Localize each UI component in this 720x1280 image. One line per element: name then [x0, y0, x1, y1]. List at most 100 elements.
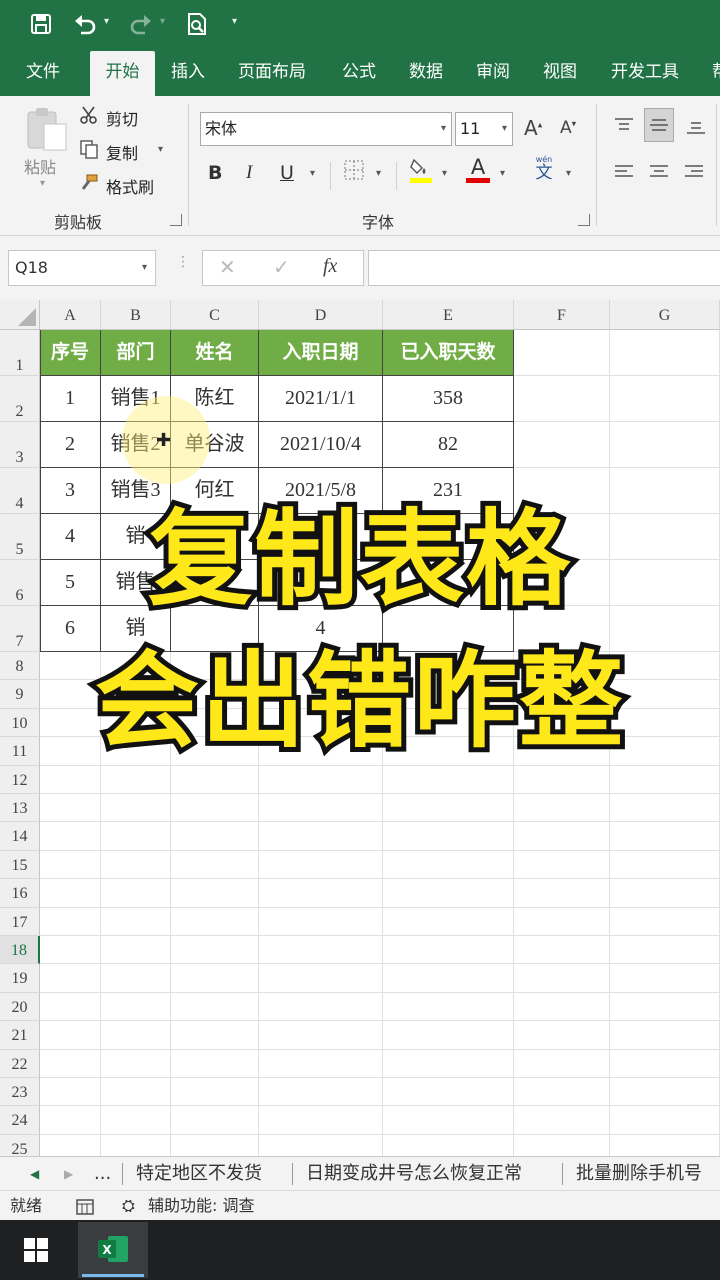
tab-developer[interactable]: 开发工具: [611, 48, 679, 96]
name-box-dropdown-icon[interactable]: ▾: [142, 251, 147, 285]
row-header-20[interactable]: 20: [0, 992, 40, 1022]
row-header-2[interactable]: 2: [0, 376, 40, 422]
tab-formulas[interactable]: 公式: [342, 48, 376, 96]
format-painter-label[interactable]: 格式刷: [106, 174, 154, 198]
table-cell[interactable]: 2021/1/1: [259, 376, 382, 421]
column-header-d[interactable]: D: [259, 300, 383, 330]
borders-dropdown-icon[interactable]: ▾: [376, 168, 381, 179]
align-center-icon[interactable]: [645, 160, 673, 184]
row-header-12[interactable]: 12: [0, 765, 40, 794]
customize-icon[interactable]: ▾: [232, 16, 237, 27]
fill-color-dropdown-icon[interactable]: ▾: [442, 168, 447, 179]
column-header-f[interactable]: F: [514, 300, 610, 330]
paste-icon[interactable]: [24, 106, 68, 152]
tab-data[interactable]: 数据: [409, 48, 443, 96]
align-middle-icon[interactable]: [644, 108, 674, 142]
font-color-dropdown-icon[interactable]: ▾: [500, 168, 505, 179]
formula-input[interactable]: [368, 250, 720, 286]
bold-button[interactable]: B: [208, 162, 222, 184]
sheet-tab-3[interactable]: 批量删除手机号: [576, 1157, 702, 1191]
table-header-cell[interactable]: 已入职天数: [383, 330, 513, 375]
accessibility-icon[interactable]: ⛭: [122, 1191, 135, 1221]
paste-label[interactable]: 粘贴: [24, 154, 56, 178]
column-header-b[interactable]: B: [101, 300, 171, 330]
sheet-tab-1[interactable]: 特定地区不发货: [136, 1157, 262, 1191]
row-header-23[interactable]: 23: [0, 1078, 40, 1107]
undo-icon[interactable]: [70, 10, 100, 38]
row-header-1[interactable]: 1: [0, 330, 40, 376]
row-header-24[interactable]: 24: [0, 1106, 40, 1135]
row-header-3[interactable]: 3: [0, 422, 40, 468]
table-cell[interactable]: 1: [40, 376, 100, 421]
underline-button[interactable]: U: [280, 162, 294, 184]
tab-insert[interactable]: 插入: [171, 48, 205, 96]
align-right-icon[interactable]: [680, 160, 708, 184]
tab-view[interactable]: 视图: [543, 48, 577, 96]
save-icon[interactable]: [26, 10, 56, 38]
column-header-a[interactable]: A: [40, 300, 101, 330]
tab-page-layout[interactable]: 页面布局: [238, 48, 306, 96]
table-cell[interactable]: 2: [40, 422, 100, 467]
font-name-combobox[interactable]: 宋体 ▾: [200, 112, 452, 146]
insert-function-icon[interactable]: fx: [323, 255, 337, 278]
font-launcher-icon[interactable]: [578, 214, 590, 226]
tab-help[interactable]: 帮: [712, 48, 720, 96]
table-header-cell[interactable]: 序号: [40, 330, 100, 375]
font-color-icon[interactable]: A: [464, 154, 492, 184]
font-size-combobox[interactable]: 11 ▾: [455, 112, 513, 146]
font-size-dropdown-icon[interactable]: ▾: [502, 113, 507, 145]
column-header-e[interactable]: E: [383, 300, 514, 330]
copy-icon[interactable]: [78, 138, 100, 160]
table-cell[interactable]: 2021/10/4: [259, 422, 382, 467]
enter-icon[interactable]: ✓: [273, 255, 290, 279]
font-name-dropdown-icon[interactable]: ▾: [441, 113, 446, 145]
row-header-19[interactable]: 19: [0, 964, 40, 993]
paste-dropdown-icon[interactable]: ▾: [40, 178, 45, 189]
grow-font-button[interactable]: A▴: [524, 116, 542, 140]
row-header-18[interactable]: 18: [0, 936, 40, 965]
status-accessibility[interactable]: 辅助功能: 调查: [148, 1191, 254, 1221]
table-header-cell[interactable]: 部门: [101, 330, 170, 375]
print-preview-icon[interactable]: [182, 10, 212, 38]
windows-start-icon[interactable]: [24, 1238, 48, 1262]
row-header-21[interactable]: 21: [0, 1021, 40, 1050]
row-header-17[interactable]: 17: [0, 907, 40, 936]
phonetic-icon[interactable]: wén 文: [530, 154, 558, 184]
table-header-cell[interactable]: 姓名: [171, 330, 258, 375]
cancel-icon[interactable]: ✕: [219, 255, 236, 279]
row-header-22[interactable]: 22: [0, 1049, 40, 1078]
table-header-cell[interactable]: 入职日期: [259, 330, 382, 375]
row-header-25[interactable]: 25: [0, 1134, 40, 1156]
underline-dropdown-icon[interactable]: ▾: [310, 168, 315, 179]
sheet-scroll-right-icon[interactable]: ▶: [64, 1157, 73, 1191]
select-all-corner[interactable]: [0, 300, 40, 330]
undo-dropdown-icon[interactable]: ▾: [104, 16, 109, 27]
sheet-scroll-left-icon[interactable]: ◀: [30, 1157, 39, 1191]
format-painter-icon[interactable]: [78, 172, 100, 194]
table-cell[interactable]: 358: [383, 376, 513, 421]
row-header-13[interactable]: 13: [0, 794, 40, 823]
row-header-14[interactable]: 14: [0, 822, 40, 851]
borders-icon[interactable]: [342, 158, 366, 182]
macro-record-icon[interactable]: [76, 1191, 94, 1221]
copy-label[interactable]: 复制: [106, 140, 138, 164]
cut-label[interactable]: 剪切: [106, 106, 138, 130]
shrink-font-button[interactable]: A▾: [560, 118, 576, 138]
excel-taskbar-icon[interactable]: X: [78, 1222, 148, 1278]
row-header-16[interactable]: 16: [0, 879, 40, 908]
align-left-icon[interactable]: [610, 160, 638, 184]
sheet-tab-2[interactable]: 日期变成井号怎么恢复正常: [306, 1157, 522, 1191]
tab-home[interactable]: 开始: [90, 51, 155, 96]
align-bottom-icon[interactable]: [682, 112, 710, 140]
align-top-icon[interactable]: [610, 112, 638, 140]
fill-color-icon[interactable]: [408, 154, 434, 184]
phonetic-dropdown-icon[interactable]: ▾: [566, 168, 571, 179]
row-header-15[interactable]: 15: [0, 850, 40, 880]
italic-button[interactable]: I: [246, 162, 252, 184]
name-box[interactable]: Q18 ▾: [8, 250, 156, 286]
tab-review[interactable]: 审阅: [476, 48, 510, 96]
tab-file[interactable]: 文件: [26, 48, 60, 96]
sheet-more-button[interactable]: ...: [94, 1157, 111, 1191]
column-header-c[interactable]: C: [171, 300, 259, 330]
cut-icon[interactable]: [78, 104, 100, 126]
